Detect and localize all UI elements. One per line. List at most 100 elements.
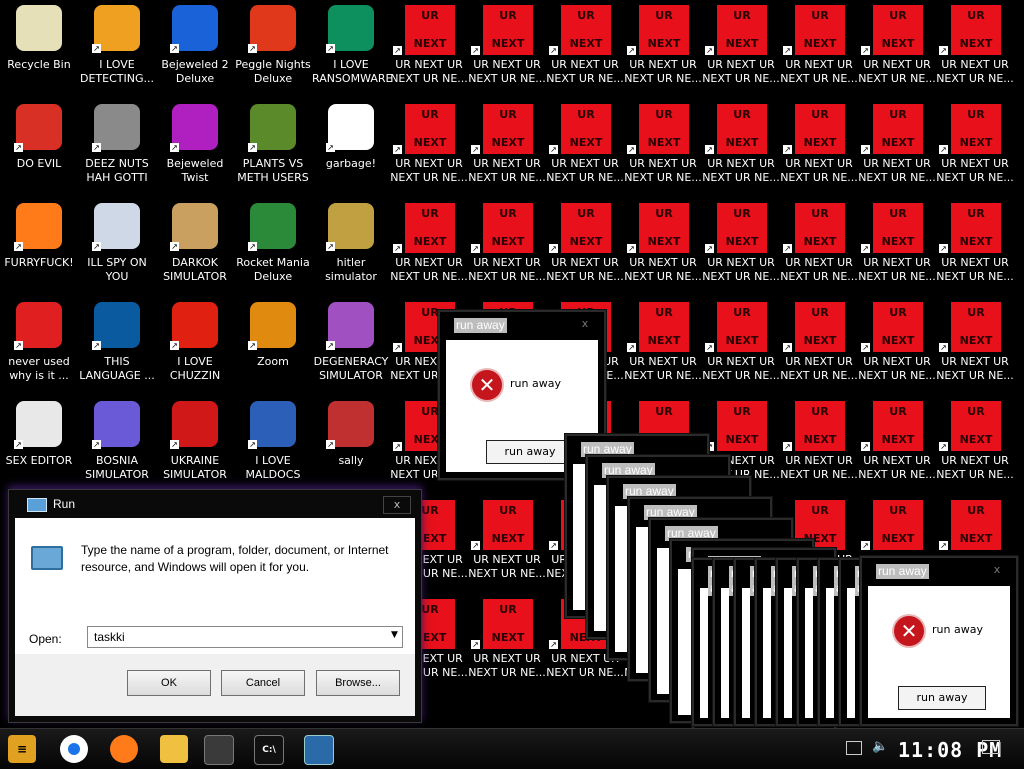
ur-next-icon[interactable]: UR NEXT ↗ UR NEXT UR NEXT UR NE... (936, 99, 1014, 198)
open-input[interactable]: taskki (87, 626, 403, 648)
desktop-icon[interactable]: ↗ UKRAINE SIMULATOR (156, 396, 234, 495)
desktop-icon[interactable]: ↗ I LOVE CHUZZIN (156, 297, 234, 396)
popup-close-button[interactable]: x (988, 563, 1006, 577)
run-taskbar-icon[interactable] (204, 735, 234, 765)
ur-next-icon[interactable]: UR NEXT ↗ UR NEXT UR NEXT UR NE... (936, 297, 1014, 396)
shortcut-arrow-icon: ↗ (248, 44, 257, 53)
ur-next-icon[interactable]: UR NEXT ↗ UR NEXT UR NEXT UR NE... (624, 198, 702, 297)
ur-next-icon[interactable]: UR NEXT ↗ UR NEXT UR NEXT UR NE... (546, 99, 624, 198)
desktop-icon[interactable]: ↗ SEX EDITOR (0, 396, 78, 495)
ur-text: UR (733, 405, 751, 418)
ur-next-icon[interactable]: UR NEXT ↗ UR NEXT UR NEXT UR NE... (624, 297, 702, 396)
ur-next-icon[interactable]: UR NEXT ↗ UR NEXT UR NEXT UR NE... (858, 396, 936, 495)
ur-next-icon[interactable]: UR NEXT ↗ UR NEXT UR NEXT UR NE... (858, 198, 936, 297)
window-taskbar-icon[interactable] (304, 735, 334, 765)
ur-next-icon[interactable]: UR NEXT ↗ UR NEXT UR NEXT UR NE... (858, 0, 936, 99)
ur-next-image: UR NEXT (561, 5, 611, 55)
ur-next-icon[interactable]: UR NEXT ↗ UR NEXT UR NEXT UR NE... (702, 0, 780, 99)
ur-next-icon[interactable]: UR NEXT ↗ UR NEXT UR NEXT UR NE... (468, 495, 546, 594)
ur-next-icon[interactable]: UR NEXT ↗ UR NEXT UR NEXT UR NE... (468, 99, 546, 198)
volume-icon[interactable]: 🔈 (872, 739, 888, 754)
error-popup-window[interactable]: run away x ✕ run away run away (860, 556, 1018, 726)
desktop-icon[interactable]: ↗ sally (312, 396, 390, 495)
ur-next-label: UR NEXT UR NEXT UR NE... (546, 157, 624, 184)
run-close-button[interactable]: x (383, 496, 411, 514)
desktop-icon[interactable]: Recycle Bin (0, 0, 78, 99)
browse-button[interactable]: Browse... (316, 670, 400, 696)
ur-next-icon[interactable]: UR NEXT ↗ UR NEXT UR NEXT UR NE... (390, 0, 468, 99)
shortcut-arrow-icon: ↗ (170, 440, 179, 449)
desktop-icon[interactable]: ↗ ILL SPY ON YOU (78, 198, 156, 297)
popup-ok-button[interactable]: run away (898, 686, 986, 710)
folder-taskbar-icon[interactable] (160, 735, 188, 763)
desktop-icon[interactable]: ↗ I LOVE RANSOMWARE (312, 0, 392, 99)
ur-next-icon[interactable]: UR NEXT ↗ UR NEXT UR NEXT UR NE... (468, 594, 546, 693)
next-text: NEXT (491, 235, 525, 248)
firefox-taskbar-icon[interactable] (110, 735, 138, 763)
desktop-icon[interactable]: ↗ DARKOK SIMULATOR (156, 198, 234, 297)
desktop-icon[interactable]: ↗ Zoom (234, 297, 312, 396)
network-icon[interactable] (846, 741, 862, 755)
ur-next-icon[interactable]: UR NEXT ↗ UR NEXT UR NEXT UR NE... (780, 396, 858, 495)
ur-next-icon[interactable]: UR NEXT ↗ UR NEXT UR NEXT UR NE... (936, 396, 1014, 495)
desktop-icon[interactable]: ↗ DO EVIL (0, 99, 78, 198)
cancel-button[interactable]: Cancel (221, 670, 305, 696)
ur-next-icon[interactable]: UR NEXT ↗ UR NEXT UR NEXT UR NE... (702, 297, 780, 396)
ur-next-icon[interactable]: UR NEXT ↗ UR NEXT UR NEXT UR NE... (546, 198, 624, 297)
shortcut-arrow-icon: ↗ (326, 440, 335, 449)
ur-next-icon[interactable]: UR NEXT ↗ UR NEXT UR NEXT UR NE... (702, 99, 780, 198)
ur-next-icon[interactable]: UR NEXT ↗ UR NEXT UR NEXT UR NE... (936, 0, 1014, 99)
desktop-icon[interactable]: ↗ DEEZ NUTS HAH GOTTI (78, 99, 156, 198)
desktop-icon[interactable]: ↗ hitler simulator (312, 198, 390, 297)
chrome-taskbar-icon[interactable] (60, 735, 88, 763)
ur-next-icon[interactable]: UR NEXT ↗ UR NEXT UR NEXT UR NE... (624, 0, 702, 99)
shortcut-arrow-icon: ↗ (14, 143, 23, 152)
desktop-icon[interactable]: ↗ THIS LANGUAGE ... (78, 297, 156, 396)
ur-next-icon[interactable]: UR NEXT ↗ UR NEXT UR NEXT UR NE... (780, 297, 858, 396)
ur-next-icon[interactable]: UR NEXT ↗ UR NEXT UR NEXT UR NE... (780, 99, 858, 198)
desktop-icon-label: Bejeweled Twist (166, 157, 224, 184)
ur-next-icon[interactable]: UR NEXT ↗ UR NEXT UR NEXT UR NE... (702, 198, 780, 297)
run-dialog: Run x Type the name of a program, folder… (8, 489, 422, 723)
ur-next-icon[interactable]: UR NEXT ↗ UR NEXT UR NEXT UR NE... (468, 0, 546, 99)
desktop-icon[interactable]: ↗ never used why is it ... (0, 297, 78, 396)
popup-close-button[interactable]: x (576, 317, 594, 331)
shortcut-arrow-icon: ↗ (471, 46, 480, 55)
ur-text: UR (889, 9, 907, 22)
notification-icon[interactable] (982, 740, 1000, 754)
ur-next-icon[interactable]: UR NEXT ↗ UR NEXT UR NEXT UR NE... (780, 0, 858, 99)
desktop-icon[interactable]: ↗ Bejeweled 2 Deluxe (156, 0, 234, 99)
desktop-icon[interactable]: ↗ garbage! (312, 99, 390, 198)
popup-ok-button[interactable]: run away (486, 440, 574, 464)
ur-next-icon[interactable]: UR NEXT ↗ UR NEXT UR NEXT UR NE... (936, 198, 1014, 297)
ur-next-image: UR NEXT (717, 5, 767, 55)
desktop-icon[interactable]: ↗ PLANTS VS METH USERS (234, 99, 312, 198)
shortcut-arrow-icon: ↗ (326, 341, 335, 350)
ok-button[interactable]: OK (127, 670, 211, 696)
shortcut-arrow-icon: ↗ (248, 242, 257, 251)
chevron-down-icon[interactable]: ▼ (391, 630, 398, 640)
ur-next-icon[interactable]: UR NEXT ↗ UR NEXT UR NEXT UR NE... (858, 297, 936, 396)
ur-next-image: UR NEXT (795, 401, 845, 451)
ur-next-icon[interactable]: UR NEXT ↗ UR NEXT UR NEXT UR NE... (468, 198, 546, 297)
start-button[interactable]: ≡ (8, 735, 36, 763)
ur-next-icon[interactable]: UR NEXT ↗ UR NEXT UR NEXT UR NE... (858, 99, 936, 198)
desktop-icon[interactable]: ↗ FURRYFUCK! (0, 198, 78, 297)
ur-next-icon[interactable]: UR NEXT ↗ UR NEXT UR NEXT UR NE... (546, 0, 624, 99)
cmd-taskbar-icon[interactable]: C:\ (254, 735, 284, 765)
ur-next-icon[interactable]: UR NEXT ↗ UR NEXT UR NEXT UR NE... (780, 198, 858, 297)
desktop-icon[interactable]: ↗ I LOVE MALDOCS (234, 396, 312, 495)
ur-next-icon[interactable]: UR NEXT ↗ UR NEXT UR NEXT UR NE... (390, 99, 468, 198)
desktop-icon[interactable]: ↗ Rocket Mania Deluxe (234, 198, 312, 297)
ur-next-image: UR NEXT (951, 302, 1001, 352)
desktop-icon[interactable]: ↗ DEGENERACY SIMULATOR (312, 297, 390, 396)
desktop-icon[interactable]: ↗ Bejeweled Twist (156, 99, 234, 198)
desktop-icon[interactable]: ↗ I LOVE DETECTING... (78, 0, 156, 99)
shortcut-arrow-icon: ↗ (326, 143, 335, 152)
desktop-icon[interactable]: ↗ BOSNIA SIMULATOR (78, 396, 156, 495)
ur-next-icon[interactable]: UR NEXT ↗ UR NEXT UR NEXT UR NE... (390, 198, 468, 297)
ur-next-icon[interactable]: UR NEXT ↗ UR NEXT UR NEXT UR NE... (624, 99, 702, 198)
desktop-icon[interactable]: ↗ Peggle Nights Deluxe (234, 0, 312, 99)
ur-next-image: UR NEXT (795, 302, 845, 352)
ur-text: UR (733, 207, 751, 220)
